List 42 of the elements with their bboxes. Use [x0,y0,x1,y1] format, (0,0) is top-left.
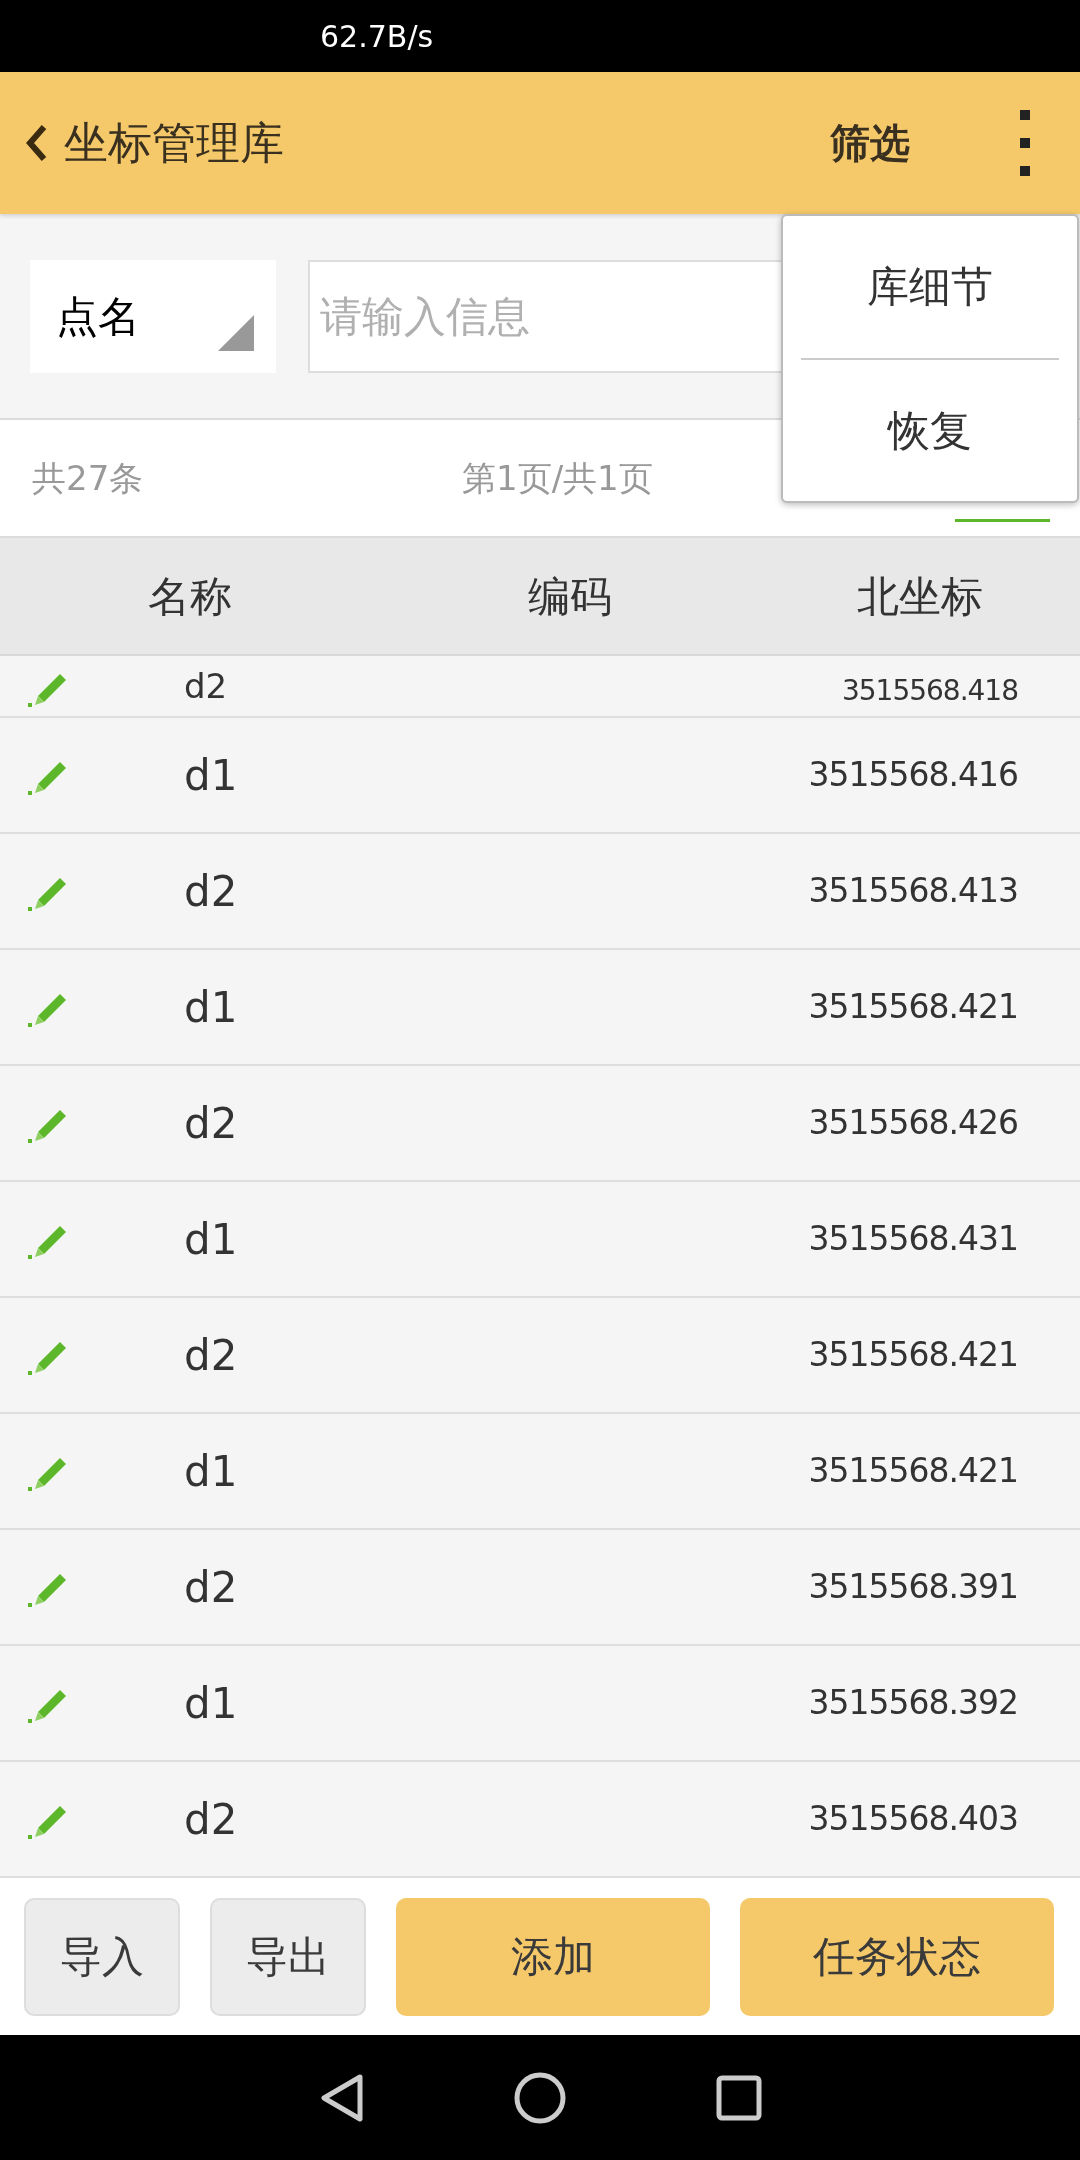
table-cell-text: 3515568.416 [807,754,1019,797]
table-cell-text: d2 [184,865,238,918]
secondary-button[interactable]: 导出 [210,1897,366,2016]
table-cell-text: 3515568.421 [807,1334,1019,1377]
back-icon [24,123,48,163]
table-cell-text: d2 [184,665,228,708]
column-header: 北坐标 [856,570,984,623]
table-cell-text: 3515568.391 [807,1566,1019,1609]
home-nav-icon[interactable] [514,2071,566,2124]
table-cell-text: d1 [184,981,238,1034]
table-cell-text: d1 [184,1213,238,1266]
action-button[interactable]: 添加 [396,1897,710,2016]
table-cell-text: d2 [184,1793,238,1846]
more-icon [1019,108,1031,178]
table-cell-text: d2 [184,1329,238,1382]
table-cell-text: 3515568.426 [807,1102,1019,1145]
table-cell-text: d2 [184,1561,238,1614]
dropdown-icon [218,314,254,351]
table-cell-text: 3515568.431 [807,1218,1019,1261]
secondary-button[interactable]: 导入 [24,1897,180,2016]
column-header: 编码 [527,570,613,623]
network-speed: 62.7B/s [320,17,434,56]
recents-nav-icon[interactable] [716,2074,762,2121]
menu-item[interactable]: 恢复 [801,357,1059,501]
field-select[interactable]: 点名 [30,259,276,373]
table-cell-text: d2 [184,1097,238,1150]
table-cell-text: d1 [184,1445,238,1498]
table-cell-text: d1 [184,749,238,802]
page-indicator: 第1页/共1页 [462,456,653,500]
page-title: 坐标管理库 [64,116,284,170]
back-nav-icon[interactable] [318,2072,364,2123]
table-cell-text: d1 [184,1677,238,1730]
column-header: 名称 [147,570,233,623]
table-cell-text: 3515568.403 [807,1798,1019,1841]
filter-button[interactable]: 筛选 [830,113,910,173]
table-cell-text: 3515568.421 [807,1450,1019,1493]
total-count: 共27条 [32,456,145,500]
table-cell-text: 3515568.392 [807,1682,1019,1725]
table-cell-text: 3515568.421 [807,986,1019,1029]
table-cell-text: 3515568.413 [807,870,1019,913]
table-cell-text: 3515568.418 [840,673,1019,709]
action-button[interactable]: 任务状态 [740,1897,1054,2016]
